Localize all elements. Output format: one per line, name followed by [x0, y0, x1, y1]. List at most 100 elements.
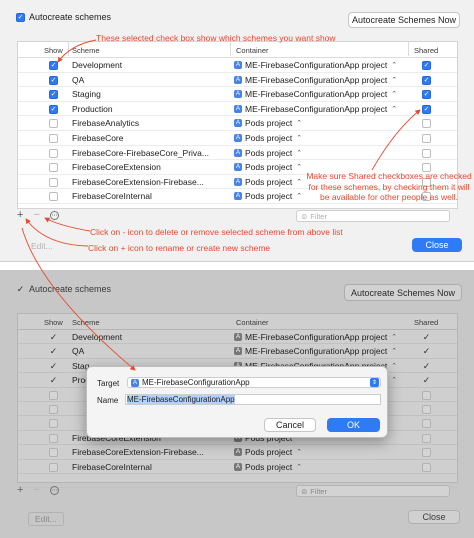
show-checkbox[interactable]: ✓: [49, 376, 58, 385]
container-cell[interactable]: AME-FirebaseConfigurationApp project⌃: [234, 60, 397, 70]
show-checkbox[interactable]: ✓: [49, 90, 58, 100]
shared-checkbox[interactable]: [422, 133, 431, 143]
column-header-shared[interactable]: Shared: [414, 318, 438, 327]
show-checkbox[interactable]: [49, 148, 58, 158]
show-checkbox[interactable]: [49, 390, 58, 400]
cancel-button[interactable]: Cancel: [264, 418, 316, 432]
autocreate-schemes-checkbox[interactable]: ✓ Autocreate schemes: [16, 12, 111, 22]
table-row[interactable]: FirebaseCoreInternal A Pods project ⌃: [18, 460, 457, 474]
container-cell[interactable]: AME-FirebaseConfigurationApp project⌃: [234, 89, 397, 99]
add-scheme-button[interactable]: +: [17, 209, 23, 221]
scheme-name-input[interactable]: ME-FirebaseConfigurationApp: [125, 394, 381, 405]
table-row[interactable]: ✓ Staging A ME-FirebaseConfigurationApp pro…: [18, 87, 457, 102]
container-cell[interactable]: APods project⌃: [234, 162, 302, 172]
table-toolbar: + − ⋯: [17, 484, 59, 496]
show-checkbox[interactable]: [49, 177, 58, 187]
container-cell[interactable]: APods project⌃: [234, 462, 302, 472]
edit-button[interactable]: Edit...: [28, 512, 64, 526]
column-header-container[interactable]: Container: [236, 46, 269, 55]
container-cell[interactable]: APods project⌃: [234, 133, 302, 143]
rename-scheme-dialog: Target A ME-FirebaseConfigurationApp ⇕ N…: [86, 366, 388, 438]
gear-menu-icon[interactable]: ⋯: [49, 210, 59, 220]
edit-button[interactable]: Edit...: [31, 241, 53, 251]
scheme-name: Development: [72, 332, 123, 342]
shared-checkbox[interactable]: ✓: [422, 376, 431, 385]
shared-checkbox[interactable]: [422, 119, 431, 129]
table-row[interactable]: ✓ Development A ME-FirebaseConfigurationApp…: [18, 330, 457, 345]
add-scheme-button[interactable]: +: [17, 484, 23, 496]
column-header-show[interactable]: Show: [44, 46, 63, 55]
show-checkbox[interactable]: [49, 448, 58, 458]
container-cell[interactable]: APods project⌃: [234, 118, 302, 128]
show-checkbox[interactable]: [49, 133, 58, 143]
column-header-scheme[interactable]: Scheme: [72, 46, 100, 55]
show-checkbox[interactable]: ✓: [49, 61, 58, 70]
container-cell[interactable]: AME-FirebaseConfigurationApp project⌃: [234, 332, 397, 342]
table-row[interactable]: FirebaseCore-FirebaseCore_Priva... A Pods …: [18, 146, 457, 161]
show-checkbox[interactable]: [49, 433, 58, 443]
table-row[interactable]: ✓ Development A ME-FirebaseConfigurationApp…: [18, 58, 457, 73]
shared-checkbox[interactable]: ✓: [422, 333, 431, 342]
shared-checkbox[interactable]: ✓: [422, 347, 431, 356]
table-row[interactable]: ✓ QA A ME-FirebaseConfigurationApp project ⌃…: [18, 73, 457, 88]
column-header-shared[interactable]: Shared: [414, 46, 438, 55]
shared-checkbox[interactable]: [422, 404, 431, 414]
close-button[interactable]: Close: [408, 510, 460, 524]
table-row[interactable]: FirebaseAnalytics A Pods project ⌃: [18, 116, 457, 131]
shared-checkbox[interactable]: ✓: [422, 361, 431, 371]
chevron-updown-icon: ⌃: [391, 62, 398, 69]
project-icon: A: [234, 75, 242, 84]
container-cell[interactable]: AME-FirebaseConfigurationApp project⌃: [234, 104, 397, 114]
shared-checkbox[interactable]: [422, 148, 431, 158]
ok-button[interactable]: OK: [327, 418, 380, 432]
show-checkbox[interactable]: ✓: [49, 333, 58, 342]
show-checkbox[interactable]: [49, 462, 58, 472]
container-cell[interactable]: APods project⌃: [234, 447, 302, 457]
show-checkbox[interactable]: [49, 192, 58, 202]
autocreate-schemes-now-button[interactable]: Autocreate Schemes Now: [344, 284, 462, 301]
show-checkbox[interactable]: ✓: [49, 104, 58, 114]
chevron-updown-icon: ⌃: [296, 193, 303, 201]
show-checkbox[interactable]: [49, 404, 58, 414]
container-cell[interactable]: APods project⌃: [234, 148, 302, 158]
filter-input[interactable]: ⊜ Filter: [296, 485, 450, 497]
column-header-scheme[interactable]: Scheme: [72, 318, 100, 327]
show-checkbox[interactable]: [49, 163, 58, 173]
show-checkbox[interactable]: [49, 419, 58, 429]
chevron-updown-icon: ⌃: [391, 377, 398, 385]
shared-checkbox[interactable]: ✓: [422, 104, 431, 114]
container-cell[interactable]: APods project⌃: [234, 191, 302, 201]
table-row[interactable]: ✓ QA A ME-FirebaseConfigurationApp project ⌃…: [18, 344, 457, 359]
show-checkbox[interactable]: ✓: [49, 347, 58, 356]
project-icon: A: [234, 448, 242, 457]
table-row[interactable]: ✓ Production A ME-FirebaseConfigurationApp …: [18, 102, 457, 117]
shared-checkbox[interactable]: [422, 433, 431, 443]
column-header-container[interactable]: Container: [236, 318, 269, 327]
remove-scheme-button[interactable]: −: [33, 484, 39, 496]
shared-checkbox[interactable]: [422, 419, 431, 429]
shared-checkbox[interactable]: ✓: [422, 75, 431, 85]
shared-checkbox[interactable]: ✓: [422, 61, 431, 70]
shared-checkbox[interactable]: [422, 462, 431, 472]
shared-checkbox[interactable]: ✓: [422, 90, 431, 100]
shared-checkbox[interactable]: [422, 390, 431, 400]
table-row[interactable]: FirebaseCoreExtension-Firebase... A Pods p…: [18, 445, 457, 460]
show-checkbox[interactable]: ✓: [49, 361, 58, 371]
show-checkbox[interactable]: ✓: [49, 75, 58, 85]
container-name: ME-FirebaseConfigurationApp project: [245, 103, 388, 114]
checkmark-icon: ✓: [16, 283, 25, 294]
close-button[interactable]: Close: [412, 238, 462, 252]
gear-menu-icon[interactable]: ⋯: [49, 485, 59, 495]
autocreate-schemes-now-button[interactable]: Autocreate Schemes Now: [348, 12, 460, 28]
show-checkbox[interactable]: [49, 119, 58, 129]
target-select[interactable]: A ME-FirebaseConfigurationApp ⇕: [127, 377, 381, 388]
autocreate-schemes-checkbox[interactable]: ✓ Autocreate schemes: [16, 284, 111, 294]
shared-checkbox[interactable]: [422, 448, 431, 458]
table-row[interactable]: FirebaseCore A Pods project ⌃: [18, 131, 457, 146]
container-cell[interactable]: AME-FirebaseConfigurationApp project⌃: [234, 346, 397, 356]
filter-input[interactable]: ⊜ Filter: [296, 210, 450, 222]
container-cell[interactable]: AME-FirebaseConfigurationApp project⌃: [234, 75, 397, 85]
container-cell[interactable]: APods project⌃: [234, 177, 302, 187]
column-header-show[interactable]: Show: [44, 318, 63, 327]
remove-scheme-button[interactable]: −: [33, 209, 39, 221]
